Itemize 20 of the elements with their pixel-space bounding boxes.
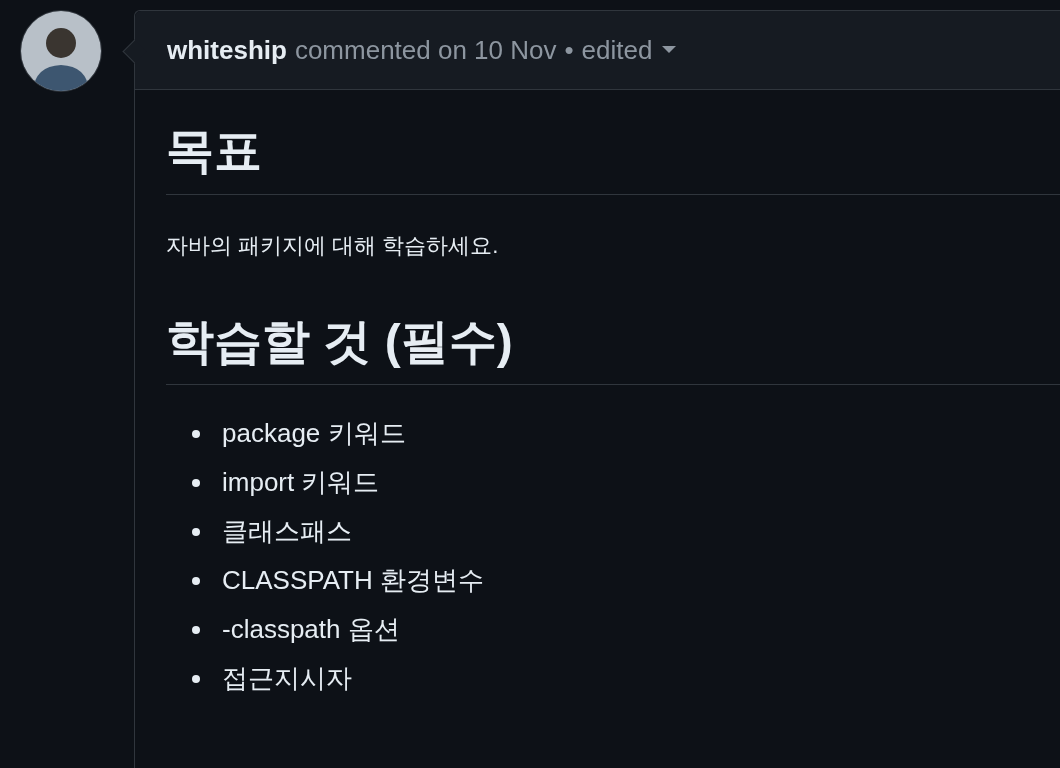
list-item: 접근지시자 bbox=[222, 662, 352, 696]
author-link[interactable]: whiteship bbox=[167, 34, 287, 66]
comment-meta: commented on 10 Nov bbox=[294, 34, 557, 66]
bullet-icon bbox=[192, 674, 200, 683]
separator: • bbox=[564, 34, 574, 66]
paragraph: 자바의 패키지에 대해 학습하세요. bbox=[166, 232, 499, 258]
heading: 목표 bbox=[166, 123, 262, 179]
bullet-icon bbox=[192, 527, 200, 536]
list-item: import 키워드 bbox=[222, 466, 380, 500]
caret-icon bbox=[662, 46, 677, 54]
list-item: package 키워드 bbox=[222, 417, 406, 451]
bullet-icon bbox=[192, 576, 200, 585]
bullet-icon bbox=[192, 625, 200, 634]
list-item: -classpath 옵션 bbox=[222, 613, 400, 647]
list-item: 클래스패스 bbox=[222, 515, 352, 549]
bullet-icon bbox=[192, 478, 200, 487]
heading: 학습할 것 (필수) bbox=[166, 313, 513, 370]
list-item: CLASSPATH 환경변수 bbox=[222, 564, 484, 598]
edited-dropdown[interactable]: edited bbox=[581, 34, 677, 66]
bullet-icon bbox=[192, 429, 200, 438]
